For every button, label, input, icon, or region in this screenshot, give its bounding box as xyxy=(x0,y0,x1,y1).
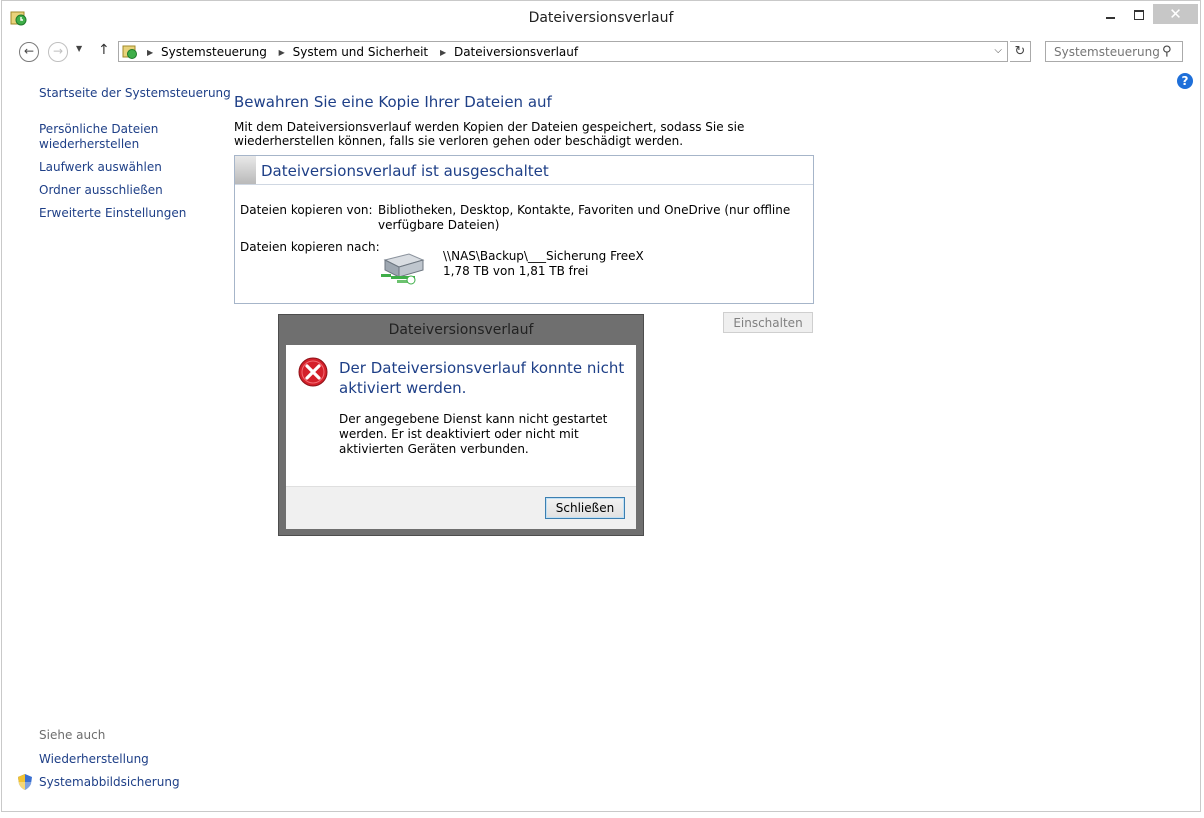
dialog-heading: Der Dateiversionsverlauf konnte nicht ak… xyxy=(339,359,625,397)
arrow-right-icon: → xyxy=(52,44,64,58)
sidebar-link-system-image[interactable]: Systemabbildsicherung xyxy=(39,775,180,790)
dialog-body: Der Dateiversionsverlauf konnte nicht ak… xyxy=(286,345,636,529)
back-button[interactable]: ← xyxy=(19,42,39,62)
search-icon[interactable]: ⚲ xyxy=(1162,44,1172,59)
error-icon xyxy=(298,357,328,387)
chevron-down-icon[interactable]: ⌵ xyxy=(994,45,1002,56)
status-stripe xyxy=(235,156,256,184)
copy-to-label: Dateien kopieren nach: xyxy=(240,240,380,254)
error-dialog: Dateiversionsverlauf Der Dateiversionsve… xyxy=(278,314,644,536)
close-icon: ✕ xyxy=(1169,5,1182,23)
chevron-right-icon: ▶ xyxy=(278,48,285,57)
see-also-heading: Siehe auch xyxy=(39,728,106,742)
copy-from-value: Bibliotheken, Desktop, Kontakte, Favorit… xyxy=(378,203,791,232)
drive-path: \\NAS\Backup\___Sicherung FreeX xyxy=(443,249,644,263)
refresh-button[interactable]: ↻ xyxy=(1010,41,1031,62)
dialog-message: Der angegebene Dienst kann nicht gestart… xyxy=(339,412,608,456)
up-button[interactable]: ↑ xyxy=(98,42,110,58)
chevron-right-icon: ▶ xyxy=(439,48,447,57)
sidebar-link-select-drive[interactable]: Laufwerk auswählen xyxy=(39,160,162,175)
breadcrumb: ▶ Systemsteuerung ▶ System und Sicherhei… xyxy=(143,45,582,59)
arrow-left-icon: ← xyxy=(23,44,35,58)
dialog-title: Dateiversionsverlauf xyxy=(388,322,534,338)
recent-locations-dropdown[interactable]: ▼ xyxy=(76,44,82,53)
breadcrumb-systemsteuerung[interactable]: Systemsteuerung xyxy=(161,45,267,59)
sidebar-link-exclude-folders[interactable]: Ordner ausschließen xyxy=(39,183,163,198)
breadcrumb-dateiversionsverlauf[interactable]: Dateiversionsverlauf xyxy=(454,45,578,59)
refresh-icon: ↻ xyxy=(1014,44,1026,59)
close-window-button[interactable]: ✕ xyxy=(1153,4,1198,24)
sidebar-link-home[interactable]: Startseite der Systemsteuerung xyxy=(39,86,231,101)
drive-free-space: 1,78 TB von 1,81 TB frei xyxy=(443,264,589,278)
breadcrumb-system-und-sicherheit[interactable]: System und Sicherheit xyxy=(293,45,429,59)
copy-from-label: Dateien kopieren von: xyxy=(240,203,373,217)
sidebar-link-restore-files-2[interactable]: wiederherstellen xyxy=(39,137,139,152)
page-title: Bewahren Sie eine Kopie Ihrer Dateien au… xyxy=(234,93,552,111)
help-icon[interactable]: ? xyxy=(1177,73,1193,89)
sidebar-link-recovery[interactable]: Wiederherstellung xyxy=(39,752,149,767)
address-bar[interactable]: ▶ Systemsteuerung ▶ System und Sicherhei… xyxy=(118,41,1008,62)
title-bar: Dateiversionsverlauf ✕ xyxy=(2,1,1200,35)
enable-button[interactable]: Einschalten xyxy=(723,312,813,333)
dialog-footer: Schließen xyxy=(286,486,636,529)
page-description: Mit dem Dateiversionsverlauf werden Kopi… xyxy=(234,120,745,148)
maximize-button[interactable] xyxy=(1126,4,1152,26)
chevron-right-icon: ▶ xyxy=(147,48,154,57)
close-button[interactable]: Schließen xyxy=(545,497,625,519)
sidebar-link-advanced-settings[interactable]: Erweiterte Einstellungen xyxy=(39,206,186,221)
uac-shield-icon xyxy=(18,774,32,790)
status-panel-header: Dateiversionsverlauf ist ausgeschaltet xyxy=(235,156,813,185)
status-panel: Dateiversionsverlauf ist ausgeschaltet D… xyxy=(234,155,814,304)
status-title: Dateiversionsverlauf ist ausgeschaltet xyxy=(261,162,549,180)
control-panel-icon xyxy=(122,45,137,59)
sidebar-link-restore-files-1[interactable]: Persönliche Dateien xyxy=(39,122,158,137)
minimize-button[interactable] xyxy=(1098,4,1124,26)
navigation-bar: ← → ▼ ↑ ▶ Systemsteuerung ▶ System und S… xyxy=(2,39,1200,65)
network-drive-icon xyxy=(381,253,425,285)
forward-button[interactable]: → xyxy=(48,42,68,62)
window-title: Dateiversionsverlauf xyxy=(528,10,674,26)
